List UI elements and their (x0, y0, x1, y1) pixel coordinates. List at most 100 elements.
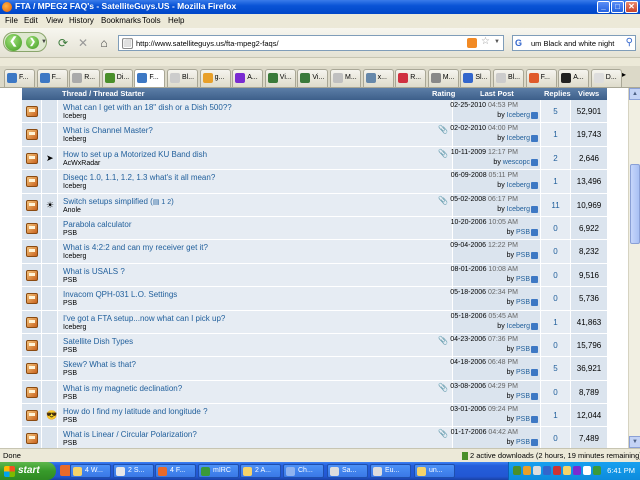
reply-count[interactable]: 5 (541, 364, 570, 373)
go-to-last-post-icon[interactable] (531, 158, 538, 166)
tray-app-icon[interactable] (533, 466, 541, 475)
reply-count[interactable]: 1 (541, 177, 570, 186)
tray-app-icon[interactable] (543, 466, 551, 475)
last-post-user[interactable]: PSB (516, 369, 530, 376)
reply-count[interactable]: 0 (541, 434, 570, 443)
reply-count[interactable]: 0 (541, 341, 570, 350)
bookmark-star-icon[interactable]: ☆ (481, 36, 490, 47)
thread-title[interactable]: What can I get with an 18" dish or a Dis… (63, 103, 232, 112)
go-to-last-post-icon[interactable] (531, 345, 538, 353)
menu-edit[interactable]: Edit (24, 16, 38, 25)
go-to-last-post-icon[interactable] (531, 135, 538, 143)
search-icon[interactable]: ⚲ (626, 37, 633, 48)
taskbar-button[interactable]: Eu... (370, 464, 411, 478)
menu-help[interactable]: Help (168, 16, 184, 25)
last-post-user[interactable]: PSB (516, 416, 530, 423)
back-button[interactable]: ❮ (5, 34, 22, 51)
close-button[interactable]: ✕ (625, 1, 638, 13)
scrollbar-thumb[interactable] (630, 164, 640, 244)
thread-title-text[interactable]: What is Channel Master? (63, 126, 153, 135)
downloads-status[interactable]: 2 active downloads (2 hours, 19 minutes … (470, 451, 640, 460)
thread-starter[interactable]: PSB (63, 277, 77, 284)
browser-tab[interactable]: Bl... (167, 69, 198, 87)
maximize-button[interactable]: □ (611, 1, 624, 13)
thread-pages[interactable]: 1 2 (161, 199, 171, 206)
thread-title-text[interactable]: How to set up a Motorized KU Band dish (63, 150, 207, 159)
go-to-last-post-icon[interactable] (531, 228, 538, 236)
last-post-user[interactable]: Iceberg (507, 323, 530, 330)
browser-tab[interactable]: A... (558, 69, 590, 87)
reply-count[interactable]: 1 (541, 318, 570, 327)
browser-tab[interactable]: F... (525, 69, 557, 87)
thread-starter[interactable]: Iceberg (63, 183, 86, 190)
go-to-last-post-icon[interactable] (531, 392, 538, 400)
reply-count[interactable]: 5 (541, 107, 570, 116)
last-post-user[interactable]: PSB (516, 276, 530, 283)
last-post-user[interactable]: PSB (516, 299, 530, 306)
thread-starter[interactable]: PSB (63, 394, 77, 401)
thread-title-text[interactable]: Parabola calculator (63, 220, 131, 229)
stop-icon[interactable]: ✕ (75, 35, 91, 51)
reply-count[interactable]: 2 (541, 154, 570, 163)
taskbar-button[interactable]: mIRC (198, 464, 239, 478)
thread-title-text[interactable]: Satellite Dish Types (63, 337, 133, 346)
go-to-last-post-icon[interactable] (531, 416, 538, 424)
thread-title[interactable]: What is Linear / Circular Polarization? (63, 430, 197, 439)
reply-count[interactable]: 11 (541, 201, 570, 210)
thread-title[interactable]: What is my magnetic declination? (63, 384, 182, 393)
thread-title-text[interactable]: Diseqc 1.0, 1.1, 1.2, 1.3 what's it all … (63, 173, 215, 182)
reply-count[interactable]: 1 (541, 130, 570, 139)
thread-title[interactable]: How do I find my latitude and longitude … (63, 407, 208, 416)
go-to-last-post-icon[interactable] (531, 252, 538, 260)
thread-title-text[interactable]: What is my magnetic declination? (63, 384, 182, 393)
browser-tab[interactable]: F... (4, 69, 35, 87)
tray-app-icon[interactable] (593, 466, 601, 475)
reply-count[interactable]: 0 (541, 247, 570, 256)
reply-count[interactable]: 0 (541, 388, 570, 397)
minimize-button[interactable]: _ (597, 1, 610, 13)
go-to-last-post-icon[interactable] (531, 439, 538, 447)
browser-tab[interactable]: x... (362, 69, 394, 87)
taskbar-button[interactable]: Sa... (327, 464, 368, 478)
thread-title[interactable]: Invacom QPH-031 L.O. Settings (63, 290, 177, 299)
last-post-user[interactable]: PSB (516, 439, 530, 446)
scroll-down-button[interactable]: ▼ (629, 436, 640, 448)
browser-tab[interactable]: F... (36, 69, 68, 87)
taskbar-button[interactable]: un... (414, 464, 455, 478)
tray-app-icon[interactable] (573, 466, 581, 475)
reply-count[interactable]: 0 (541, 294, 570, 303)
thread-title-text[interactable]: Invacom QPH-031 L.O. Settings (63, 290, 177, 299)
menu-file[interactable]: File (5, 16, 18, 25)
tray-app-icon[interactable] (553, 466, 561, 475)
go-to-last-post-icon[interactable] (531, 112, 538, 119)
url-dropdown-icon[interactable]: ▼ (494, 39, 500, 45)
browser-tab[interactable]: M... (330, 69, 361, 87)
last-post-user[interactable]: PSB (516, 252, 530, 259)
thread-starter[interactable]: Iceberg (63, 324, 86, 331)
thread-title[interactable]: Skew? What is that? (63, 360, 136, 369)
last-post-user[interactable]: Iceberg (507, 182, 530, 189)
go-to-last-post-icon[interactable] (531, 322, 538, 330)
thread-title[interactable]: Diseqc 1.0, 1.1, 1.2, 1.3 what's it all … (63, 173, 215, 182)
thread-starter[interactable]: PSB (63, 300, 77, 307)
go-to-last-post-icon[interactable] (531, 299, 538, 307)
thread-starter[interactable]: PSB (63, 440, 77, 447)
thread-title-text[interactable]: What is 4:2:2 and can my receiver get it… (63, 243, 208, 252)
url-input[interactable] (136, 37, 466, 49)
taskbar-button[interactable]: 2 A... (240, 464, 281, 478)
scroll-up-button[interactable]: ▲ (629, 88, 640, 100)
thread-title-text[interactable]: What can I get with an 18" dish or a Dis… (63, 103, 232, 112)
header-last-post[interactable]: Last Post (480, 89, 514, 98)
thread-title-text[interactable]: What is Linear / Circular Polarization? (63, 430, 197, 439)
thread-starter[interactable]: PSB (63, 370, 77, 377)
rss-feed-icon[interactable] (467, 38, 477, 48)
thread-starter[interactable]: PSB (63, 230, 77, 237)
thread-title[interactable]: I've got a FTA setup...now what can I pi… (63, 314, 225, 323)
thread-title[interactable]: What is 4:2:2 and can my receiver get it… (63, 243, 208, 252)
taskbar-button[interactable]: 4 F... (155, 464, 196, 478)
last-post-user[interactable]: Iceberg (507, 135, 530, 142)
reply-count[interactable]: 1 (541, 411, 570, 420)
header-views[interactable]: Views (578, 89, 599, 98)
start-button[interactable]: start (0, 462, 56, 480)
menu-history[interactable]: History (69, 16, 94, 25)
